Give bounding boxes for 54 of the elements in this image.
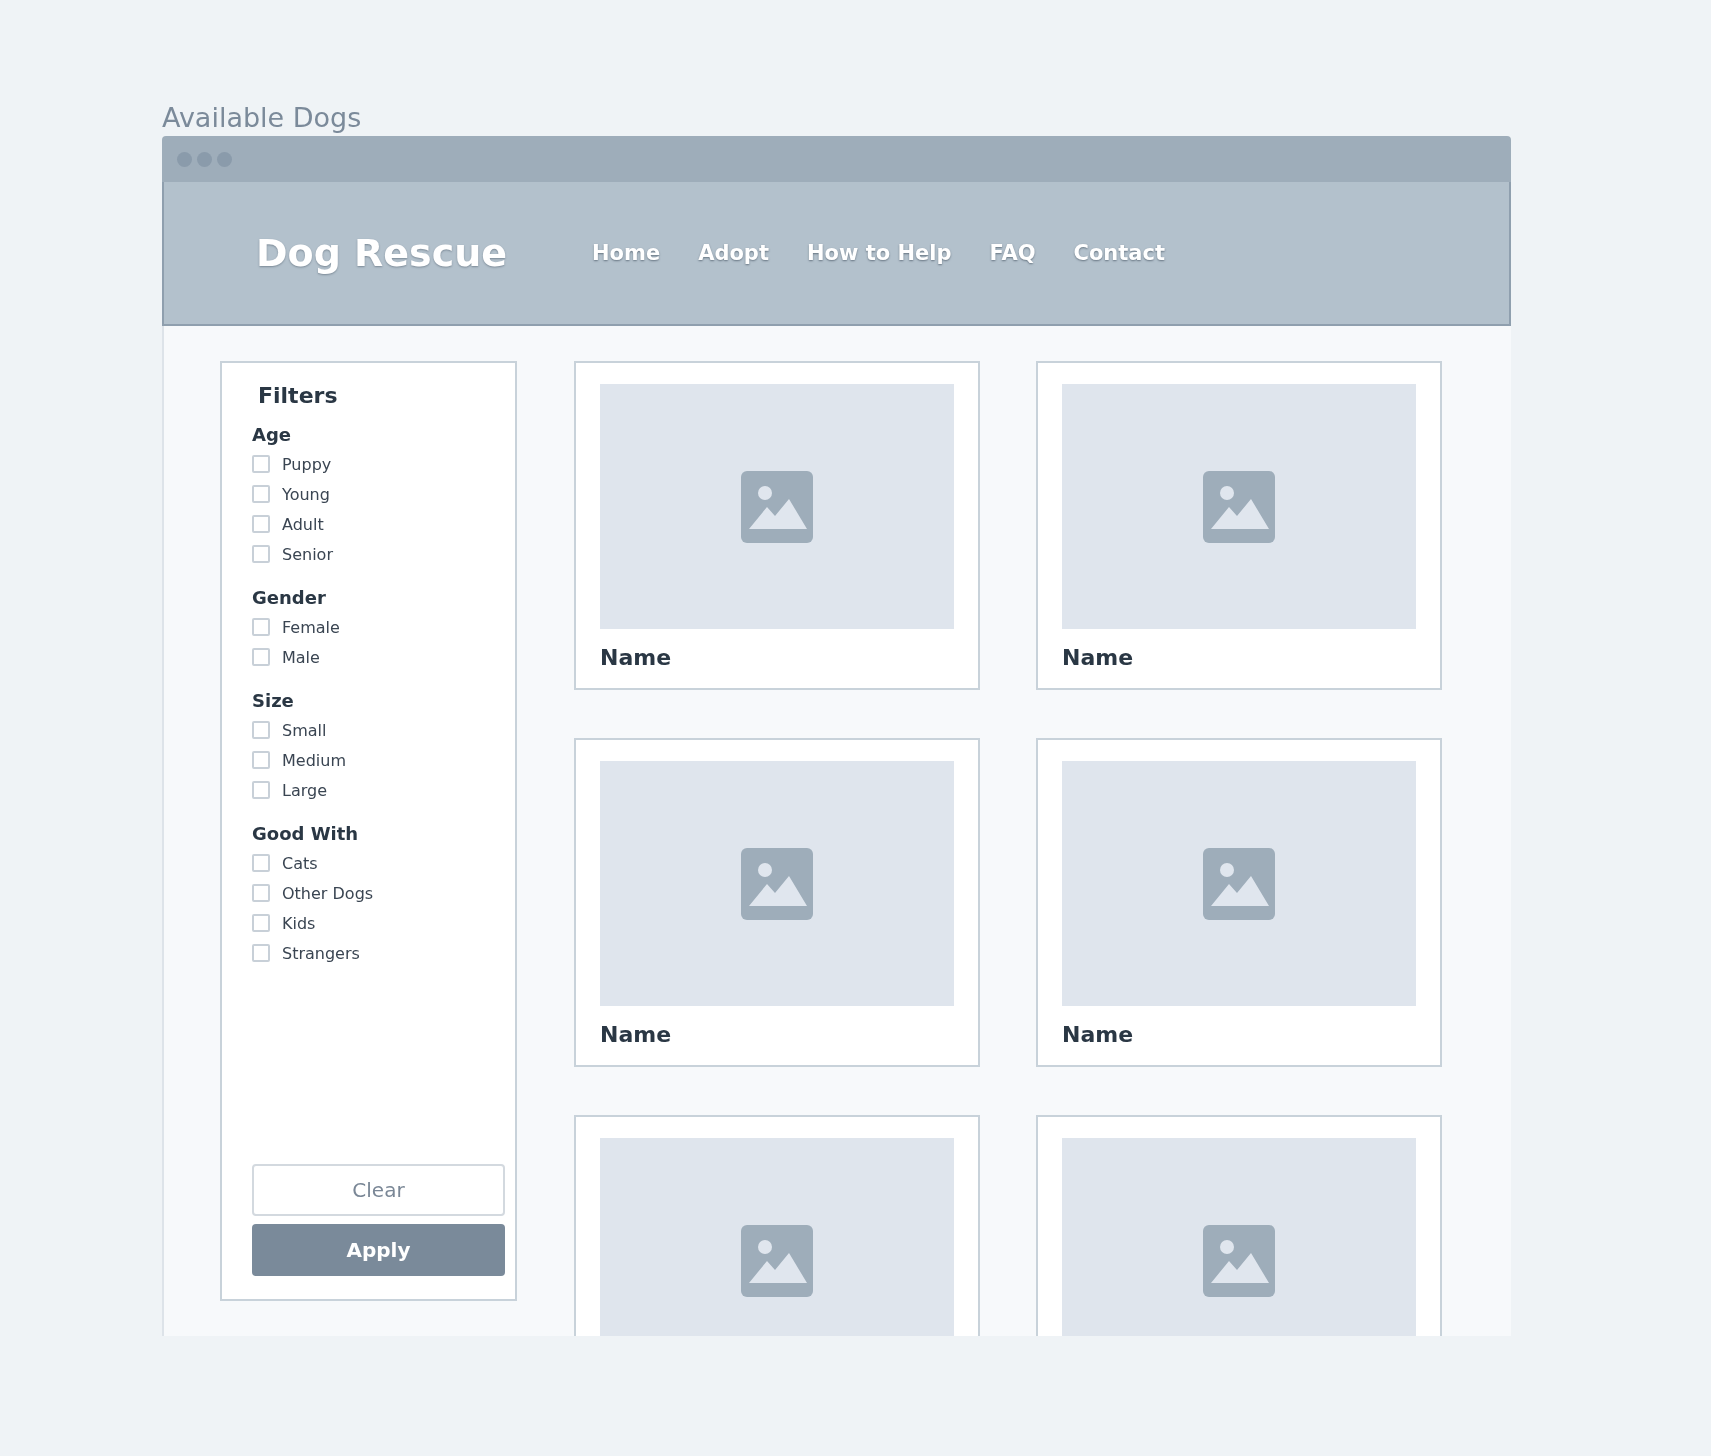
dog-card[interactable]: Name <box>574 738 980 1067</box>
checkbox-label: Large <box>282 780 327 800</box>
filter-group-heading: Age <box>252 424 293 445</box>
dog-name: Name <box>1062 1022 1135 1047</box>
checkbox[interactable] <box>252 854 270 872</box>
checkbox[interactable] <box>252 781 270 799</box>
checkbox-label: Female <box>282 617 340 637</box>
nav-link[interactable]: Adopt <box>698 241 769 265</box>
filter-group-heading: Good With <box>252 823 360 844</box>
checkbox[interactable] <box>252 515 270 533</box>
dog-card[interactable]: Name <box>574 361 980 690</box>
page-title: Available Dogs <box>162 101 363 135</box>
image-icon <box>1203 470 1275 543</box>
filter-group-heading: Size <box>252 690 295 711</box>
filters-title: Filters <box>258 383 339 408</box>
checkbox-label: Other Dogs <box>282 883 374 903</box>
image-icon <box>741 1224 813 1297</box>
checkbox-label: Senior <box>282 544 333 564</box>
checkbox[interactable] <box>252 914 270 932</box>
checkbox-label: Cats <box>282 853 318 873</box>
checkbox[interactable] <box>252 648 270 666</box>
checkbox-label: Small <box>282 720 327 740</box>
checkbox[interactable] <box>252 545 270 563</box>
nav-link[interactable]: How to Help <box>806 241 952 265</box>
checkbox-label: Adult <box>282 514 324 534</box>
checkbox[interactable] <box>252 455 270 473</box>
dog-card[interactable]: Name <box>1036 361 1442 690</box>
image-icon <box>741 470 813 543</box>
checkbox[interactable] <box>252 721 270 739</box>
checkbox-label: Male <box>282 647 320 667</box>
nav-link[interactable]: Contact <box>1073 241 1166 265</box>
image-icon <box>1203 847 1275 920</box>
checkbox[interactable] <box>252 751 270 769</box>
checkbox-label: Puppy <box>282 454 332 474</box>
dog-card[interactable]: Name <box>1036 738 1442 1067</box>
checkbox-label: Young <box>282 484 330 504</box>
apply-button[interactable]: Apply <box>252 1224 505 1276</box>
site-logo[interactable]: Dog Rescue <box>256 231 592 275</box>
checkbox-label: Kids <box>282 913 316 933</box>
nav-link[interactable]: FAQ <box>989 241 1036 265</box>
image-icon <box>1203 1224 1275 1297</box>
checkbox[interactable] <box>252 485 270 503</box>
dog-name: Name <box>1062 645 1135 670</box>
checkbox[interactable] <box>252 944 270 962</box>
nav-link[interactable]: Home <box>592 241 661 265</box>
image-icon <box>741 847 813 920</box>
checkbox-label: Medium <box>282 750 346 770</box>
checkbox[interactable] <box>252 618 270 636</box>
dog-name: Name <box>600 1022 673 1047</box>
checkbox-label: Strangers <box>282 943 360 963</box>
dog-name: Name <box>600 645 673 670</box>
filter-group-heading: Gender <box>252 587 327 608</box>
clear-button[interactable]: Clear <box>252 1164 505 1216</box>
checkbox[interactable] <box>252 884 270 902</box>
